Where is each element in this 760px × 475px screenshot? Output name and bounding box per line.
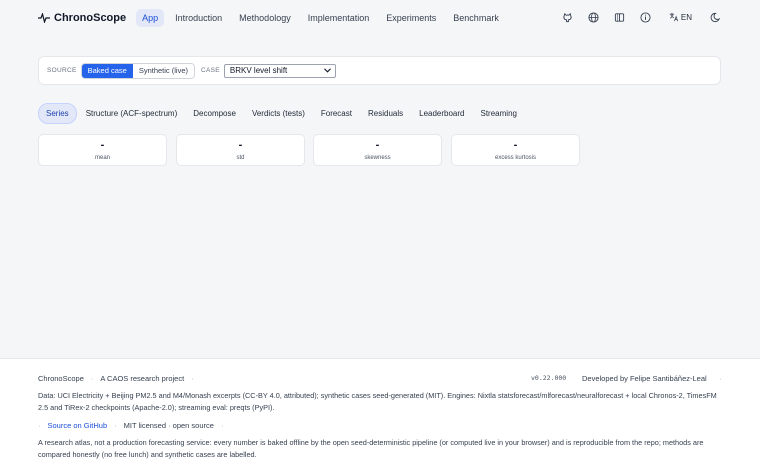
nav-link-app[interactable]: App <box>136 9 165 27</box>
source-baked-button[interactable]: Baked case <box>81 63 133 78</box>
footer-meta-row: ChronoScope · A CAOS research project · … <box>38 374 722 383</box>
footer-links-row: · Source on GitHub · MIT licensed · open… <box>38 421 230 430</box>
tab-series[interactable]: Series <box>38 103 77 124</box>
stat-value: - <box>238 139 243 151</box>
developer-credit: Developed by Felipe Santibáñez-Leal <box>582 374 707 383</box>
version-label: v0.22.000 <box>531 374 567 382</box>
separator: · <box>719 374 722 383</box>
nav-link-implementation[interactable]: Implementation <box>302 9 376 27</box>
stat-label: skewness <box>364 155 391 161</box>
case-label: CASE <box>201 67 220 74</box>
brand-name: ChronoScope <box>54 12 127 24</box>
language-label: EN <box>680 12 692 22</box>
footer-brand: ChronoScope <box>38 374 84 383</box>
nav-link-experiments[interactable]: Experiments <box>380 9 442 27</box>
top-nav: ChronoScope App Introduction Methodology… <box>0 0 760 36</box>
stat-card-std: - std <box>176 134 305 166</box>
separator: · <box>38 421 41 430</box>
nav-link-methodology[interactable]: Methodology <box>233 9 297 27</box>
case-select[interactable]: BRKV level shift <box>223 63 336 78</box>
separator: · <box>191 374 194 383</box>
book-icon[interactable] <box>613 10 627 24</box>
tab-forecast[interactable]: Forecast <box>314 104 359 123</box>
tab-leaderboard[interactable]: Leaderboard <box>412 104 471 123</box>
stat-card-skewness: - skewness <box>313 134 442 166</box>
footer-project: A CAOS research project <box>100 374 185 383</box>
moon-icon[interactable] <box>708 10 722 24</box>
stat-value: - <box>100 139 105 151</box>
pulse-logo-icon <box>38 13 50 23</box>
nav-icons: EN <box>549 10 722 24</box>
tab-residuals[interactable]: Residuals <box>361 104 410 123</box>
tab-decompose[interactable]: Decompose <box>186 104 243 123</box>
case-select-value: BRKV level shift <box>229 66 288 75</box>
source-synthetic-button[interactable]: Synthetic (live) <box>132 63 194 78</box>
globe-icon[interactable] <box>587 10 601 24</box>
stat-value: - <box>375 139 380 151</box>
github-source-link[interactable]: Source on GitHub <box>48 421 108 430</box>
tab-streaming[interactable]: Streaming <box>474 104 524 123</box>
nav-link-benchmark[interactable]: Benchmark <box>447 9 505 27</box>
stat-label: mean <box>94 155 110 161</box>
language-switcher[interactable]: EN <box>669 12 692 22</box>
tab-structure[interactable]: Structure (ACF-spectrum) <box>79 104 185 123</box>
footer-disclaimer: A research atlas, not a production forec… <box>38 438 704 459</box>
brand[interactable]: ChronoScope <box>38 12 126 24</box>
github-icon[interactable] <box>561 10 575 24</box>
license-text: MIT licensed · open source <box>123 421 214 430</box>
tab-verdicts[interactable]: Verdicts (tests) <box>245 104 312 123</box>
source-case-panel: SOURCE Baked case Synthetic (live) CASE … <box>38 56 721 85</box>
separator: · <box>114 421 117 430</box>
footer-data-sources: Data: UCI Electricity + Beijing PM2.5 an… <box>38 391 717 412</box>
separator: · <box>90 374 94 383</box>
separator: · <box>220 421 224 430</box>
source-label: SOURCE <box>47 67 77 74</box>
stat-label: std <box>236 155 245 161</box>
nav-link-introduction[interactable]: Introduction <box>169 9 228 27</box>
info-icon[interactable] <box>639 10 653 24</box>
stat-card-mean: - mean <box>38 134 167 166</box>
footer: ChronoScope · A CAOS research project · … <box>0 358 760 475</box>
chevron-down-icon <box>323 68 331 73</box>
analysis-tabs: Series Structure (ACF-spectrum) Decompos… <box>38 103 526 124</box>
translate-icon <box>669 12 678 22</box>
stat-card-excess-kurtosis: - excess kurtosis <box>451 134 580 166</box>
stat-label: excess kurtosis <box>494 155 536 161</box>
source-toggle: Baked case Synthetic (live) <box>80 62 195 79</box>
stat-value: - <box>513 139 518 151</box>
